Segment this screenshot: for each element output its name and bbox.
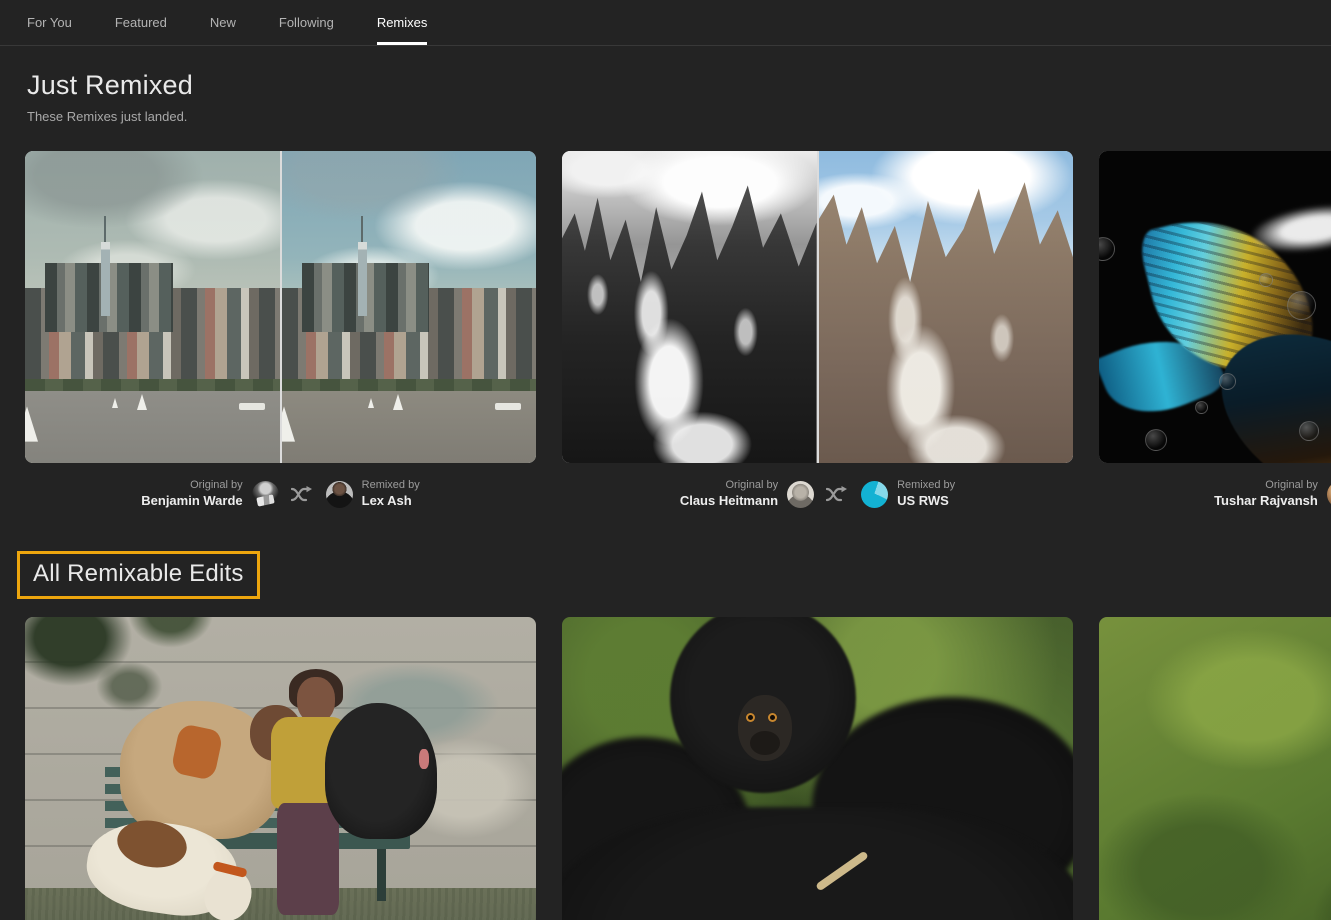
remixer-credit: Remixed by US RWS	[897, 479, 955, 509]
remixer-name[interactable]: US RWS	[897, 493, 955, 509]
bench-leg	[377, 849, 386, 901]
sailboat	[368, 398, 375, 409]
attribution-row: Original by Tushar Rajvansh Remixed by	[1099, 473, 1331, 515]
remix-icon	[290, 485, 314, 503]
original-author-avatar[interactable]	[787, 480, 815, 508]
black-lab-dog	[325, 703, 437, 839]
gorilla-muzzle	[750, 731, 780, 755]
gorilla-eye	[768, 713, 777, 722]
bubble	[1287, 291, 1316, 320]
remixer-credit: Remixed by Lex Ash	[362, 479, 420, 509]
section-subtitle-just-remixed: These Remixes just landed.	[27, 109, 188, 124]
mountain-ridge-bw	[562, 185, 817, 463]
all-remixable-edits-highlight-box: All Remixable Edits	[17, 551, 260, 599]
ferry-boat	[238, 402, 265, 410]
bubble	[1219, 373, 1236, 390]
nyc-original-pane	[25, 151, 280, 463]
original-author-avatar[interactable]	[1326, 480, 1331, 508]
remix-card-nyc: Original by Benjamin Warde Remixed by Le…	[25, 151, 536, 515]
remix-photo-mountains[interactable]	[562, 151, 1073, 463]
edit-card-green-foliage[interactable]	[1099, 617, 1331, 920]
remixer-avatar[interactable]	[861, 480, 889, 508]
original-author-name[interactable]: Tushar Rajvansh	[1214, 493, 1318, 509]
original-credit: Original by Benjamin Warde	[141, 479, 242, 509]
tab-for-you[interactable]: For You	[27, 0, 72, 45]
sailboat	[136, 393, 147, 410]
discover-feed-screen: For You Featured New Following Remixes J…	[0, 0, 1331, 920]
tab-featured[interactable]: Featured	[115, 0, 167, 45]
just-remixed-row: Original by Benjamin Warde Remixed by Le…	[25, 151, 1331, 515]
all-remixable-row	[25, 617, 1331, 920]
attribution-row: Original by Benjamin Warde Remixed by Le…	[25, 473, 536, 515]
section-title-just-remixed: Just Remixed	[27, 70, 193, 100]
betta-fish-pane	[1099, 151, 1331, 463]
ferry-boat	[495, 402, 522, 410]
section-title-all-remixable-edits: All Remixable Edits	[33, 560, 244, 587]
original-author-avatar[interactable]	[251, 480, 279, 508]
remix-card-mountains: Original by Claus Heitmann Remixed by US…	[562, 151, 1073, 515]
remix-icon	[826, 485, 849, 503]
mountains-original-pane	[562, 151, 817, 463]
remix-photo-betta-fish[interactable]	[1099, 151, 1331, 463]
tab-following[interactable]: Following	[279, 0, 334, 45]
sailboat	[281, 406, 295, 442]
mountains-remix-pane	[818, 151, 1073, 463]
one-wtc-tower	[101, 215, 111, 317]
original-credit: Original by Tushar Rajvansh	[1214, 479, 1318, 509]
mountain-ridge-color	[818, 182, 1073, 463]
tab-new[interactable]: New	[210, 0, 236, 45]
dog-tongue	[419, 749, 429, 769]
just-remixed-header: Just Remixed These Remixes just landed.	[27, 70, 193, 124]
remix-card-betta-fish: Original by Tushar Rajvansh Remixed by	[1099, 151, 1331, 515]
nyc-treeline	[25, 378, 280, 392]
edit-card-woman-with-dogs[interactable]	[25, 617, 536, 920]
sailboat	[25, 406, 39, 442]
original-credit: Original by Claus Heitmann	[680, 479, 778, 509]
nyc-treeline	[281, 378, 536, 392]
remixed-by-label: Remixed by	[897, 479, 956, 491]
original-author-name[interactable]: Claus Heitmann	[680, 493, 778, 509]
remixer-avatar[interactable]	[325, 480, 353, 508]
bubble	[1099, 237, 1115, 261]
bubble	[1145, 429, 1167, 451]
original-by-label: Original by	[1265, 479, 1318, 491]
original-by-label: Original by	[190, 479, 243, 491]
feed-tabbar: For You Featured New Following Remixes	[0, 0, 1331, 46]
woman-pants	[277, 803, 339, 915]
remixed-by-label: Remixed by	[361, 479, 420, 491]
remix-photo-nyc[interactable]	[25, 151, 536, 463]
betta-tail-white-tip	[1246, 197, 1331, 260]
nyc-remix-pane	[281, 151, 536, 463]
edit-card-gorilla[interactable]	[562, 617, 1073, 920]
remixer-name[interactable]: Lex Ash	[362, 493, 420, 509]
gorilla-eye	[746, 713, 755, 722]
bubble	[1195, 401, 1208, 414]
tab-remixes[interactable]: Remixes	[376, 0, 428, 45]
bubble	[1299, 421, 1319, 441]
sailboat	[393, 393, 404, 410]
original-by-label: Original by	[725, 479, 779, 491]
original-author-name[interactable]: Benjamin Warde	[141, 493, 242, 509]
attribution-row: Original by Claus Heitmann Remixed by US…	[562, 473, 1073, 515]
sailboat	[111, 398, 118, 409]
bubble	[1259, 273, 1273, 287]
one-wtc-tower	[357, 215, 367, 317]
